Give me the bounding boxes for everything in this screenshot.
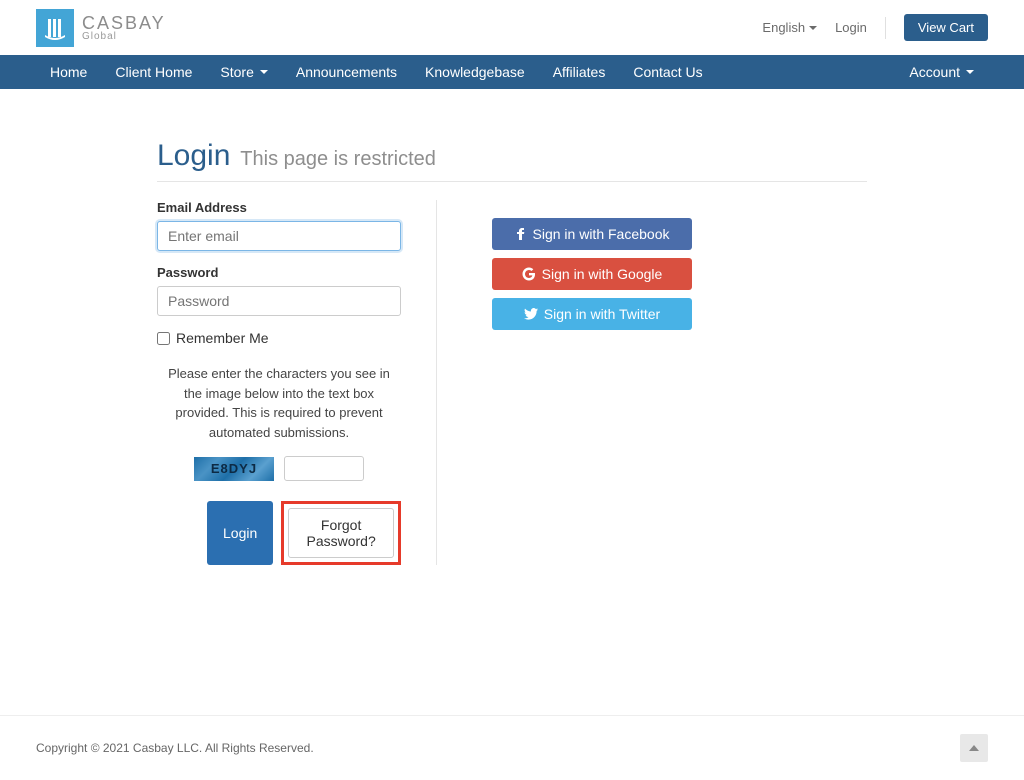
- nav-contact[interactable]: Contact Us: [619, 55, 716, 89]
- remember-checkbox[interactable]: [157, 332, 170, 345]
- chevron-up-icon: [969, 745, 979, 751]
- brand-logo[interactable]: CASBAY Global: [36, 9, 166, 47]
- facebook-signin-button[interactable]: Sign in with Facebook: [492, 218, 692, 250]
- google-signin-button[interactable]: Sign in with Google: [492, 258, 692, 290]
- nav-affiliates[interactable]: Affiliates: [539, 55, 620, 89]
- email-label: Email Address: [157, 200, 401, 215]
- page-header: Login This page is restricted: [157, 139, 867, 182]
- captcha-instructions: Please enter the characters you see in t…: [157, 364, 401, 442]
- password-label: Password: [157, 265, 401, 280]
- password-input[interactable]: [157, 286, 401, 316]
- main-nav: Home Client Home Store Announcements Kno…: [0, 55, 1024, 89]
- captcha-input[interactable]: [284, 456, 364, 481]
- brand-name: CASBAY: [82, 14, 166, 32]
- page-title: Login: [157, 139, 230, 172]
- view-cart-button[interactable]: View Cart: [904, 14, 988, 41]
- nav-knowledgebase[interactable]: Knowledgebase: [411, 55, 539, 89]
- back-to-top-button[interactable]: [960, 734, 988, 762]
- nav-account-label: Account: [909, 64, 960, 80]
- forgot-password-highlight: Forgot Password?: [281, 501, 401, 565]
- facebook-icon: [515, 227, 527, 241]
- facebook-label: Sign in with Facebook: [533, 226, 670, 242]
- chevron-down-icon: [966, 70, 974, 74]
- login-button[interactable]: Login: [207, 501, 273, 565]
- nav-store[interactable]: Store: [206, 55, 281, 89]
- nav-announcements[interactable]: Announcements: [282, 55, 411, 89]
- divider: [885, 17, 886, 39]
- google-label: Sign in with Google: [542, 266, 663, 282]
- nav-home[interactable]: Home: [36, 55, 101, 89]
- nav-account[interactable]: Account: [895, 55, 988, 89]
- footer-copyright: Copyright © 2021 Casbay LLC. All Rights …: [36, 741, 314, 755]
- nav-store-label: Store: [220, 64, 253, 80]
- twitter-signin-button[interactable]: Sign in with Twitter: [492, 298, 692, 330]
- brand-tagline: Global: [82, 32, 166, 42]
- login-link[interactable]: Login: [835, 20, 867, 35]
- google-icon: [522, 267, 536, 281]
- forgot-password-button[interactable]: Forgot Password?: [288, 508, 394, 558]
- twitter-label: Sign in with Twitter: [544, 306, 660, 322]
- logo-icon: [36, 9, 74, 47]
- captcha-image: E8DYJ: [194, 457, 274, 481]
- remember-label: Remember Me: [176, 330, 269, 346]
- nav-client-home[interactable]: Client Home: [101, 55, 206, 89]
- language-selector[interactable]: English: [762, 20, 817, 35]
- chevron-down-icon: [809, 26, 817, 30]
- page-subtitle: This page is restricted: [240, 148, 436, 170]
- email-input[interactable]: [157, 221, 401, 251]
- twitter-icon: [524, 308, 538, 320]
- chevron-down-icon: [260, 70, 268, 74]
- language-label: English: [762, 20, 805, 35]
